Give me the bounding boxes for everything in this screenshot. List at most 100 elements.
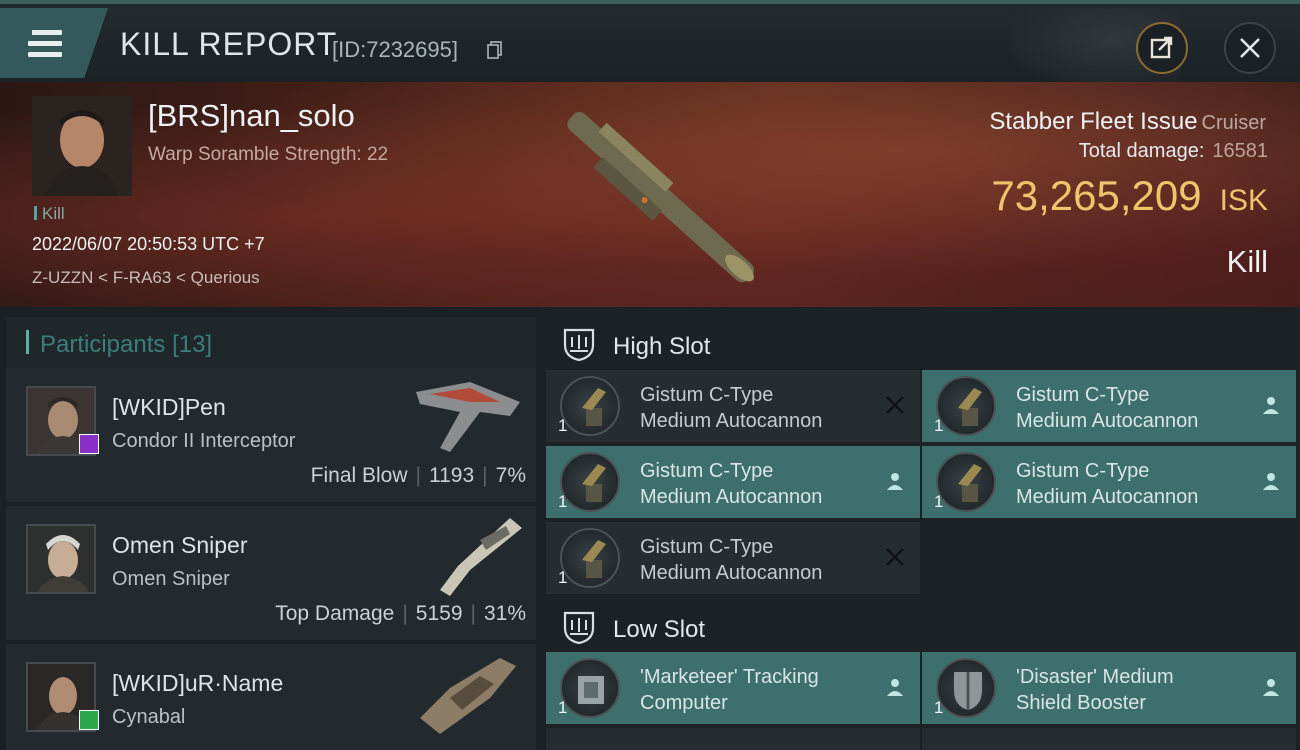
destroyed-icon — [886, 396, 904, 414]
participant-badge — [79, 710, 99, 730]
participant-ship-image — [420, 658, 516, 734]
module-slot[interactable]: 1 Gistum C-Type Medium Autocannon — [546, 370, 920, 442]
stat-label: Top Damage — [275, 602, 395, 625]
participant-row[interactable]: [WKID]uR·Name Cynabal — [6, 644, 536, 750]
menu-button[interactable] — [0, 8, 108, 78]
kill-timestamp: 2022/06/07 20:50:53 UTC +7 — [32, 234, 265, 254]
module-quantity: 1 — [558, 568, 568, 587]
module-name-line: Medium Autocannon — [640, 562, 823, 584]
module-slot[interactable]: 1 'Marketeer' Tracking Computer — [546, 652, 920, 724]
module-slot[interactable]: 1 Gistum C-Type Medium Autocannon — [922, 370, 1296, 442]
warp-scramble-strength: Warp Soramble Strength: 22 — [148, 144, 389, 165]
participant-stats: Top Damage | 5159 | 31% — [275, 602, 526, 626]
module-slot[interactable]: 1 Gistum C-Type Medium Autocannon — [546, 522, 920, 594]
stat-damage: 1193 — [429, 464, 475, 487]
stat-damage: 5159 — [415, 602, 463, 625]
autocannon-icon — [936, 376, 996, 436]
participants-label: Participants — [40, 331, 166, 358]
total-damage-value: 16581 — [1212, 140, 1268, 162]
share-button[interactable] — [1136, 22, 1188, 74]
header-accent-bar — [26, 330, 29, 354]
kill-location: Z-UZZN < F-RA63 < Querious — [32, 268, 260, 287]
module-name-line: Gistum C-Type — [640, 460, 774, 482]
close-icon — [1240, 38, 1260, 58]
module-name-line: Shield Booster — [1016, 692, 1147, 714]
module-name: Gistum C-Type Medium Autocannon — [640, 382, 890, 434]
participant-row[interactable]: [WKID]Pen Condor II Interceptor Final Bl… — [6, 368, 536, 502]
copy-icon[interactable] — [487, 41, 503, 60]
module-quantity: 1 — [558, 492, 568, 511]
participant-ship: Cynabal — [112, 706, 186, 728]
module-name-line: Medium Autocannon — [640, 486, 823, 508]
victim-avatar[interactable] — [32, 96, 132, 196]
hamburger-icon — [26, 30, 62, 35]
total-damage: Total damage: 16581 — [1079, 140, 1268, 163]
hamburger-icon-line — [28, 41, 62, 46]
high-slot-label: High Slot — [613, 333, 711, 360]
page-title: KILL REPORT — [120, 26, 338, 62]
fitting-panel: High Slot 1 Gistum C-Type Medium Autocann… — [542, 307, 1300, 750]
module-name: Gistum C-Type Medium Autocannon — [1016, 382, 1266, 434]
ship-name-text: Stabber Fleet Issue — [989, 108, 1198, 135]
tracking-computer-icon — [560, 658, 620, 718]
module-quantity: 1 — [934, 698, 944, 717]
close-button[interactable] — [1224, 22, 1276, 74]
module-slot-partial[interactable] — [546, 728, 920, 750]
module-slot[interactable]: 1 Gistum C-Type Medium Autocannon — [546, 446, 920, 518]
module-name-line: Gistum C-Type — [1016, 384, 1150, 406]
share-icon — [1150, 36, 1173, 59]
isk-amount: 73,265,209 — [991, 172, 1202, 219]
kill-tag: Kill — [34, 204, 65, 224]
module-name: 'Marketeer' Tracking Computer — [640, 664, 890, 716]
dropped-person-icon — [1263, 679, 1279, 696]
module-slot-partial[interactable] — [922, 728, 1296, 750]
module-slot[interactable]: 1 'Disaster' Medium Shield Booster — [922, 652, 1296, 724]
module-name: Gistum C-Type Medium Autocannon — [640, 534, 890, 586]
victim-portrait — [32, 96, 132, 196]
module-name-line: Gistum C-Type — [1016, 460, 1150, 482]
participants-header: Participants [13] — [6, 317, 536, 369]
destroyed-icon — [886, 548, 904, 566]
hamburger-icon-line — [28, 52, 62, 57]
autocannon-icon — [560, 376, 620, 436]
kill-banner: [BRS]nan_solo Warp Soramble Strength: 22… — [0, 82, 1300, 307]
autocannon-icon — [560, 452, 620, 512]
isk-value: 73,265,209 ISK — [991, 172, 1268, 220]
module-slot[interactable]: 1 Gistum C-Type Medium Autocannon — [922, 446, 1296, 518]
module-quantity: 1 — [934, 492, 944, 511]
participant-name: [WKID]Pen — [112, 394, 226, 420]
module-name: 'Disaster' Medium Shield Booster — [1016, 664, 1266, 716]
stat-percent: 31% — [483, 602, 526, 625]
module-name-line: 'Marketeer' Tracking — [640, 666, 819, 688]
report-id: [ID:7232695] — [332, 37, 458, 62]
victim-name: [BRS]nan_solo — [148, 98, 355, 133]
module-quantity: 1 — [934, 416, 944, 435]
stat-separator: | — [415, 464, 421, 487]
module-name-line: Medium Autocannon — [640, 410, 823, 432]
dropped-person-icon — [1263, 397, 1279, 414]
header-bar: KILL REPORT [ID:7232695] — [0, 0, 1300, 86]
low-slot-icon — [563, 611, 595, 644]
module-name-line: 'Disaster' Medium — [1016, 666, 1174, 688]
total-damage-label: Total damage: — [1078, 140, 1205, 162]
participant-ship-image — [416, 382, 520, 452]
low-slot-header: Low Slot — [546, 598, 1300, 652]
victim-ship-image — [567, 111, 754, 283]
participant-ship: Condor II Interceptor — [112, 430, 296, 452]
module-name-line: Medium Autocannon — [1016, 486, 1199, 508]
participant-name: Omen Sniper — [112, 532, 248, 558]
participant-portrait — [28, 526, 94, 592]
ship-class: Cruiser — [1201, 112, 1266, 134]
victim-ship-name: Stabber Fleet Issue Cruiser — [989, 108, 1266, 136]
module-name-line: Medium Autocannon — [1016, 410, 1199, 432]
autocannon-icon — [560, 528, 620, 588]
module-name-line: Gistum C-Type — [640, 536, 774, 558]
module-name: Gistum C-Type Medium Autocannon — [640, 458, 890, 510]
participant-avatar[interactable] — [26, 524, 96, 594]
participant-row[interactable]: Omen Sniper Omen Sniper Top Damage | 5159 |… — [6, 506, 536, 640]
low-slot-label: Low Slot — [613, 616, 706, 643]
participant-name: [WKID]uR·Name — [112, 670, 284, 696]
module-quantity: 1 — [558, 698, 568, 717]
stat-separator: | — [470, 602, 476, 625]
shield-booster-icon — [936, 658, 996, 718]
